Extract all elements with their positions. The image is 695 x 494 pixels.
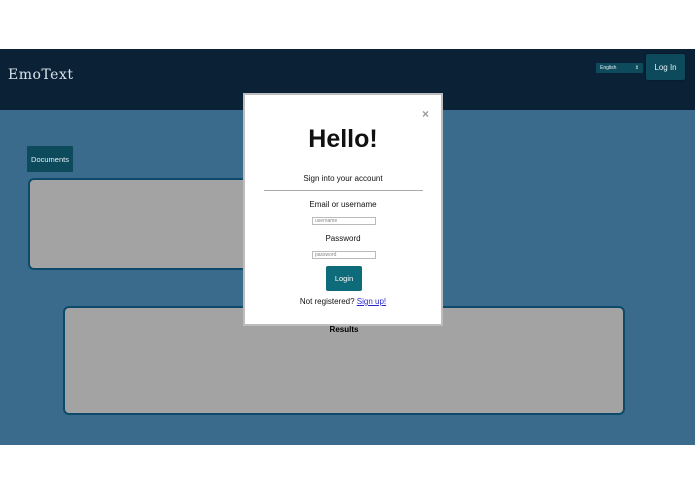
login-modal: × Hello! Sign into your account Email or… (243, 93, 443, 326)
close-icon[interactable]: × (422, 107, 429, 121)
modal-subtitle: Sign into your account (303, 174, 383, 183)
modal-title: Hello! (308, 125, 378, 153)
email-label: Email or username (309, 200, 377, 209)
results-title: Results (329, 325, 359, 334)
language-select[interactable]: English ⇕ (596, 63, 643, 73)
login-nav-button[interactable]: Log In (646, 54, 685, 80)
signup-prompt: Not registered? (299, 297, 355, 306)
login-button[interactable]: Login (326, 266, 362, 291)
divider (264, 190, 423, 191)
password-field[interactable]: password (312, 251, 376, 259)
password-label: Password (325, 234, 361, 243)
document-panel[interactable] (28, 178, 268, 270)
language-select-value: English (600, 65, 617, 71)
signup-line: Not registered? Sign up! (245, 297, 441, 306)
brand-logo[interactable]: EmoText (8, 67, 73, 83)
signup-link[interactable]: Sign up! (357, 297, 386, 306)
documents-button[interactable]: Documents (27, 146, 73, 172)
select-arrows-icon: ⇕ (634, 65, 639, 71)
email-field[interactable]: username (312, 217, 376, 225)
